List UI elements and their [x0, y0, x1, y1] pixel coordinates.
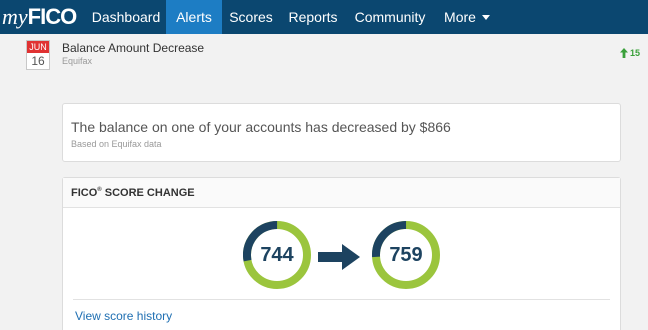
card-divider	[73, 299, 610, 300]
nav-reports[interactable]: Reports	[280, 0, 346, 34]
top-nav-bar: myFICO Dashboard Alerts Scores Reports C…	[0, 0, 648, 34]
score-card-title: FICO® SCORE CHANGE	[71, 186, 195, 200]
previous-score-value: 744	[260, 244, 294, 266]
myfico-logo[interactable]: myFICO	[2, 4, 78, 30]
nav-community[interactable]: Community	[346, 0, 434, 34]
logo-my-text: my	[2, 4, 28, 29]
alert-message-card: The balance on one of your accounts has …	[62, 103, 621, 162]
date-day: 16	[31, 54, 45, 68]
alert-title: Balance Amount Decrease	[62, 41, 205, 55]
score-card-title-rest: SCORE CHANGE	[101, 187, 195, 199]
score-card-title-brand: FICO	[71, 187, 98, 199]
date-month: JUN	[27, 41, 49, 53]
nav-alerts[interactable]: Alerts	[166, 0, 222, 34]
caret-down-icon	[481, 15, 490, 20]
right-arrow-icon	[318, 244, 360, 270]
score-change-card: FICO® SCORE CHANGE 744 759 View score hi…	[62, 177, 621, 330]
logo-fico-text: FICO	[27, 4, 78, 29]
current-score-gauge: 759	[372, 221, 440, 289]
nav-more[interactable]: More	[434, 0, 500, 34]
up-arrow-icon	[620, 48, 628, 58]
score-change-indicator: 15	[620, 46, 648, 60]
score-card-header: FICO® SCORE CHANGE	[63, 178, 620, 208]
alert-message: The balance on one of your accounts has …	[71, 119, 451, 135]
nav-scores[interactable]: Scores	[222, 0, 280, 34]
score-change-value: 15	[630, 48, 641, 58]
previous-score-gauge: 744	[243, 221, 311, 289]
current-score-value: 759	[389, 244, 423, 266]
alert-message-source: Based on Equifax data	[71, 139, 162, 149]
date-badge: JUN 16	[26, 40, 50, 70]
alert-source: Equifax	[62, 56, 93, 66]
nav-more-label: More	[444, 9, 476, 25]
nav-dashboard[interactable]: Dashboard	[86, 0, 166, 34]
view-score-history-link[interactable]: View score history	[75, 308, 172, 324]
